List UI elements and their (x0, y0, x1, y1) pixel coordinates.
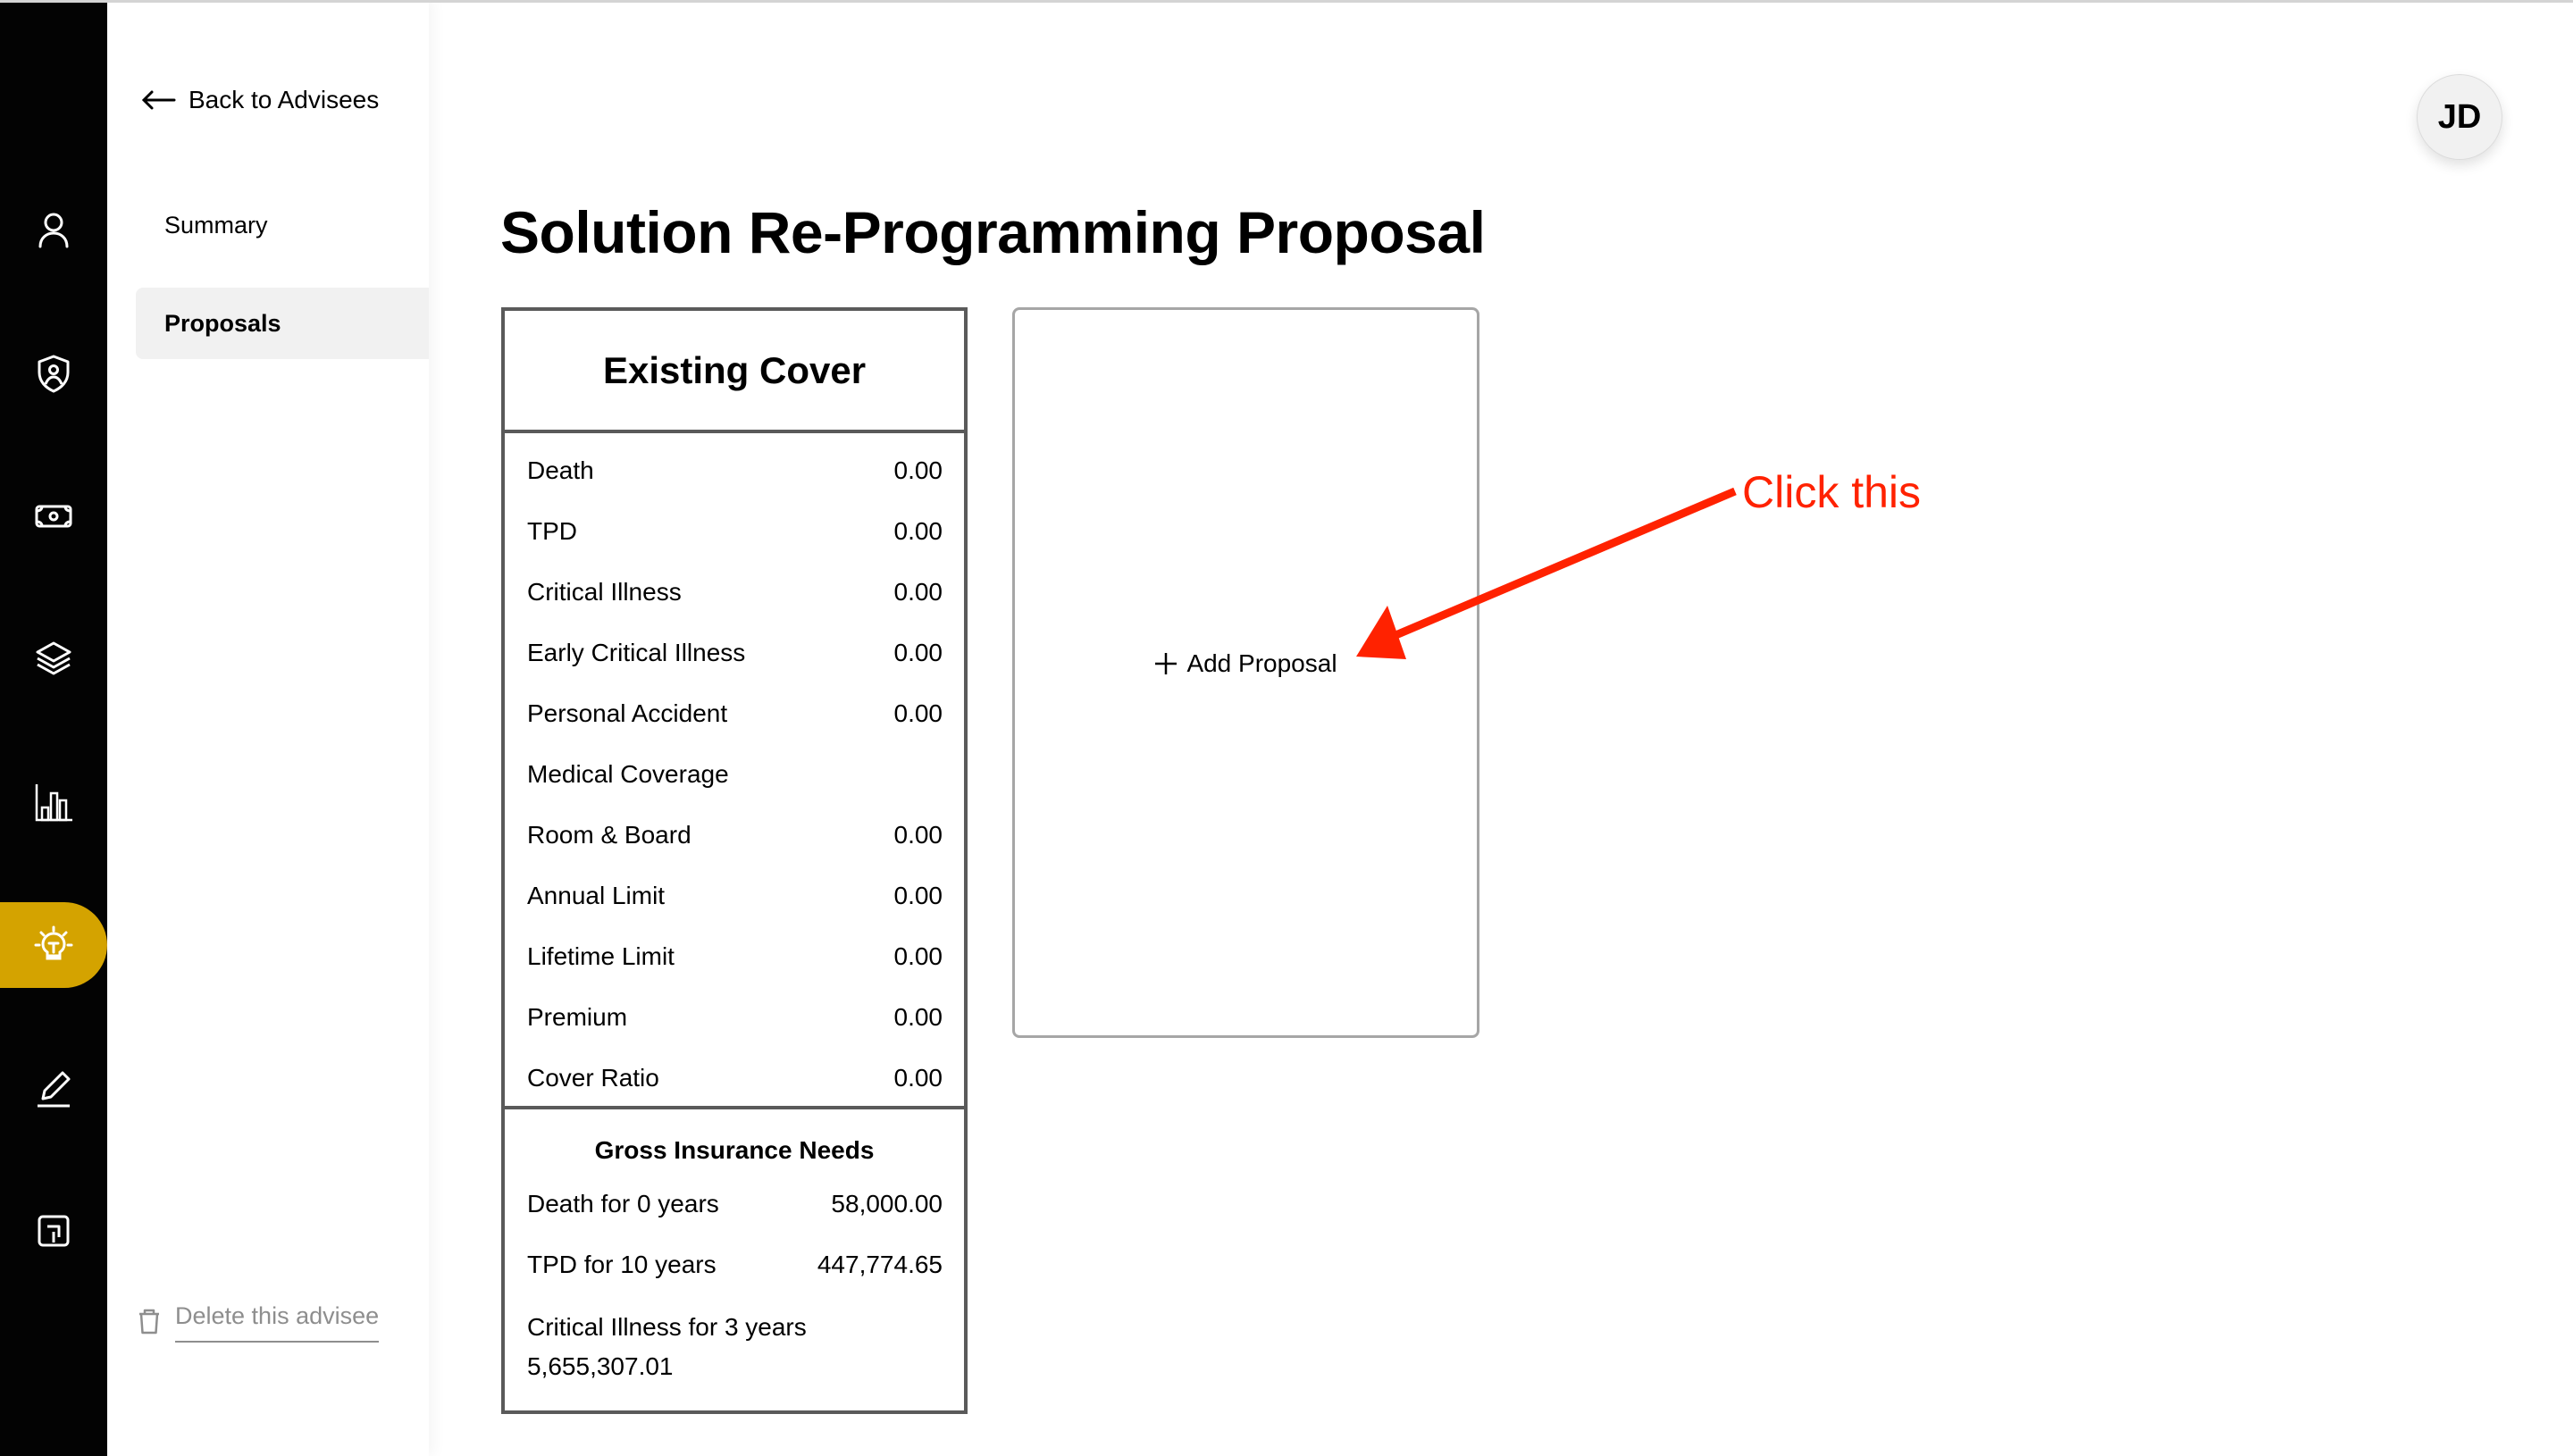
back-to-advisees-link[interactable]: Back to Advisees (140, 86, 379, 114)
cover-value: 0.00 (893, 1064, 943, 1092)
plus-icon (1155, 653, 1178, 674)
cover-label: Premium (527, 1003, 628, 1031)
delete-advisee-link[interactable]: Delete this advisee (138, 1302, 380, 1343)
gross-value: 58,000.00 (831, 1190, 943, 1218)
gross-value: 5,655,307.01 (527, 1352, 674, 1380)
subnav-item-proposals[interactable]: Proposals (136, 288, 429, 359)
gross-insurance-needs: Gross Insurance Needs Death for 0 years 5… (505, 1127, 964, 1386)
annotation-label: Click this (1742, 467, 1922, 517)
cover-label: Annual Limit (527, 882, 666, 909)
page-title: Solution Re-Programming Proposal (500, 199, 1486, 265)
rail-item-edit[interactable] (0, 1045, 107, 1131)
existing-cover-rows: Death 0.00 TPD 0.00 Critical Illness 0.00 E… (505, 433, 964, 1109)
rail-item-solutions[interactable] (0, 902, 107, 988)
cover-label: Critical Illness (527, 578, 682, 606)
cover-row-premium: Premium 0.00 (505, 987, 964, 1048)
cover-value: 0.00 (893, 699, 943, 727)
pencil-icon (38, 1071, 71, 1108)
existing-cover-title: Existing Cover (505, 311, 964, 433)
existing-cover-card: Existing Cover Death 0.00 TPD 0.00 Critica… (501, 307, 968, 1414)
cover-value: 0.00 (893, 517, 943, 545)
cover-row-tpd: TPD 0.00 (505, 501, 964, 562)
cover-label: Cover Ratio (527, 1064, 659, 1092)
cover-row-annual-limit: Annual Limit 0.00 (505, 866, 964, 926)
rail-item-protection[interactable] (0, 331, 107, 416)
gross-row-tpd: TPD for 10 years 447,774.65 (505, 1234, 964, 1295)
gross-value: 447,774.65 (817, 1251, 943, 1278)
subnav-item-label: Summary (164, 211, 268, 238)
rail-item-portfolio[interactable] (0, 616, 107, 702)
cover-row-critical-illness: Critical Illness 0.00 (505, 562, 964, 623)
back-label: Back to Advisees (189, 86, 380, 113)
rail-item-finances[interactable] (0, 473, 107, 559)
cover-value: 0.00 (893, 882, 943, 909)
cover-row-early-critical-illness: Early Critical Illness 0.00 (505, 623, 964, 683)
add-proposal-label: Add Proposal (1186, 649, 1337, 677)
delete-label: Delete this advisee (175, 1302, 380, 1343)
gross-needs-title: Gross Insurance Needs (594, 1136, 875, 1164)
cover-value: 0.00 (893, 1003, 943, 1031)
cover-value: 0.00 (893, 639, 943, 666)
cover-row-medical-coverage: Medical Coverage (505, 744, 964, 805)
avatar-initials: JD (2437, 97, 2482, 136)
icon-rail (0, 0, 107, 1456)
cover-value: 0.00 (893, 456, 943, 484)
cover-label: Personal Accident (527, 699, 728, 727)
money-icon (35, 505, 72, 528)
gross-label: TPD for 10 years (527, 1251, 717, 1278)
secondary-nav: Back to Advisees Summary Proposals Delet… (107, 0, 429, 1456)
cover-label: TPD (527, 517, 577, 545)
cover-row-cover-ratio: Cover Ratio 0.00 (505, 1048, 964, 1109)
add-proposal-button[interactable]: Add Proposal (1015, 649, 1477, 678)
gross-label: Death for 0 years (527, 1190, 719, 1218)
person-icon (38, 213, 69, 248)
cover-value: 0.00 (893, 821, 943, 849)
cover-label: Medical Coverage (527, 760, 729, 788)
rail-item-export[interactable] (0, 1188, 107, 1274)
shield-person-icon (38, 355, 70, 393)
export-icon (38, 1215, 70, 1247)
cover-value: 0.00 (893, 578, 943, 606)
gross-label: Critical Illness for 3 years (527, 1313, 807, 1341)
lightbulb-icon (34, 925, 73, 960)
top-border (0, 0, 2573, 3)
cover-row-lifetime-limit: Lifetime Limit 0.00 (505, 926, 964, 987)
rail-item-profile[interactable] (0, 188, 107, 273)
subnav-item-label: Proposals (164, 309, 281, 337)
bar-chart-icon (35, 784, 72, 822)
user-avatar[interactable]: JD (2417, 74, 2502, 160)
subnav-item-summary[interactable]: Summary (136, 189, 429, 261)
cover-label: Early Critical Illness (527, 639, 746, 666)
cover-label: Death (527, 456, 594, 484)
cover-label: Lifetime Limit (527, 942, 675, 970)
arrow-left-icon (141, 90, 176, 110)
add-proposal-card[interactable]: Add Proposal (1012, 307, 1479, 1038)
cover-value: 0.00 (893, 942, 943, 970)
cover-row-personal-accident: Personal Accident 0.00 (505, 683, 964, 744)
layers-icon (36, 641, 71, 675)
gross-row-critical-illness: Critical Illness for 3 years 5,655,307.0… (505, 1295, 964, 1386)
cover-label: Room & Board (527, 821, 691, 849)
gross-row-death: Death for 0 years 58,000.00 (505, 1174, 964, 1234)
trash-icon (139, 1309, 159, 1335)
rail-item-analysis[interactable] (0, 759, 107, 845)
cover-row-death: Death 0.00 (505, 440, 964, 501)
cover-row-room-board: Room & Board 0.00 (505, 805, 964, 866)
